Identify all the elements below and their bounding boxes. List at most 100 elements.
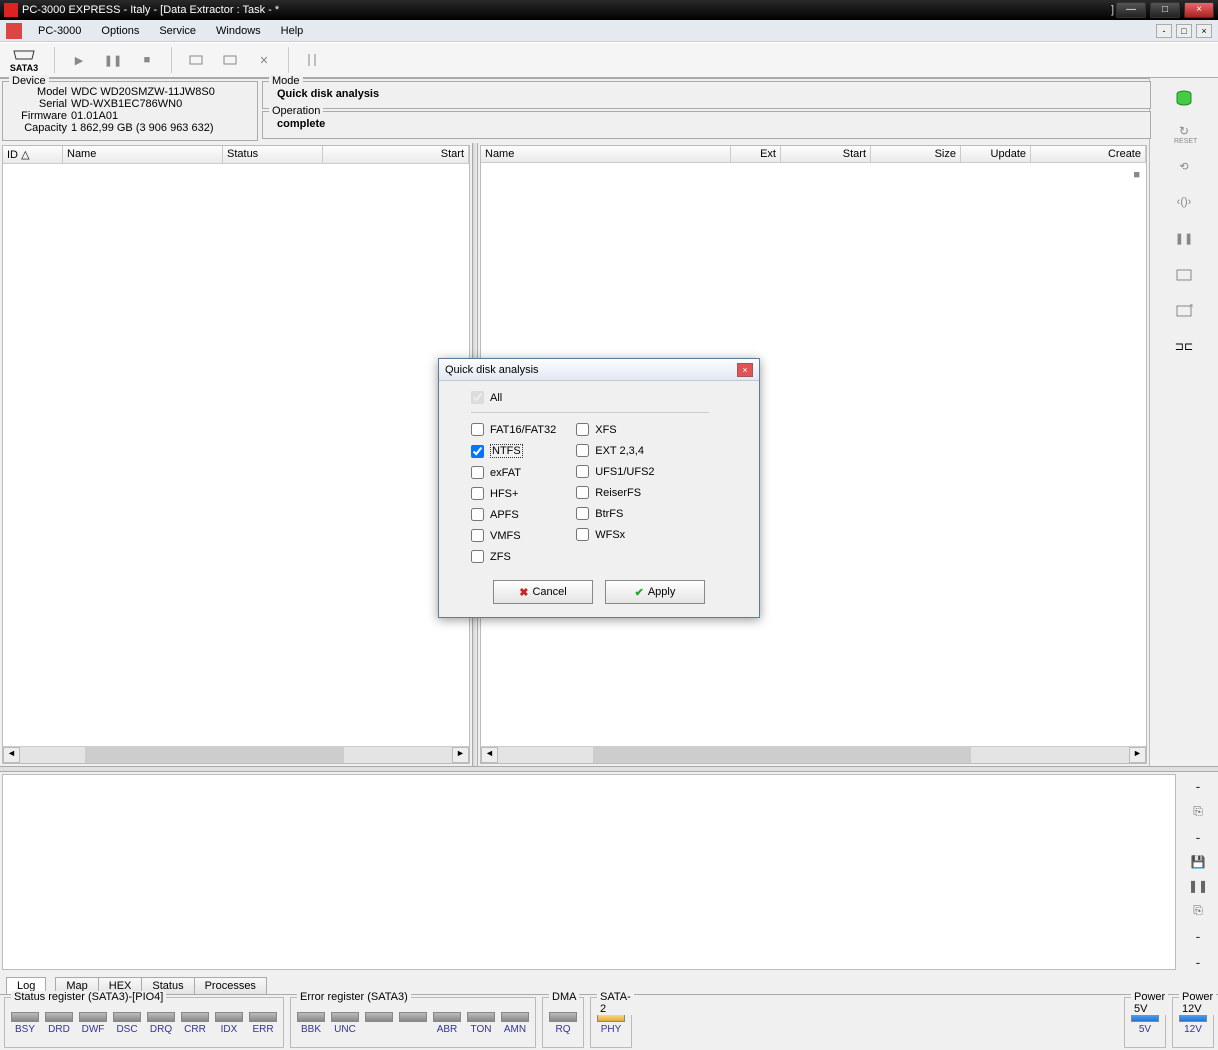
x-icon: ✖ xyxy=(519,586,528,599)
error-register-fieldset: Error register (SATA3) BBK UNC ABR TON A… xyxy=(290,997,536,1048)
checkbox-zfs[interactable] xyxy=(471,550,484,563)
led-crr: CRR xyxy=(184,1024,206,1035)
checkbox-reiserfs[interactable] xyxy=(576,486,589,499)
checkbox-wfsx[interactable] xyxy=(576,528,589,541)
led-drd: DRD xyxy=(48,1024,70,1035)
led-rq: RQ xyxy=(556,1024,571,1035)
menu-options[interactable]: Options xyxy=(93,23,147,39)
col-start[interactable]: Start xyxy=(323,146,469,163)
close-button[interactable]: × xyxy=(1184,2,1214,18)
disk-power-icon[interactable] xyxy=(1174,88,1194,108)
checkbox-exfat[interactable] xyxy=(471,466,484,479)
led-dsc: DSC xyxy=(116,1024,137,1035)
status-bar: Status register (SATA3)-[PIO4] BSY DRD D… xyxy=(0,994,1218,1050)
col-update[interactable]: Update xyxy=(961,146,1031,162)
reset-icon[interactable]: ↻RESET xyxy=(1174,124,1194,144)
menu-help[interactable]: Help xyxy=(273,23,312,39)
pause-button[interactable]: ❚❚ xyxy=(99,46,127,74)
tool-btn-2[interactable] xyxy=(216,46,244,74)
mdi-minimize-button[interactable]: - xyxy=(1156,24,1172,38)
checkbox-ufs[interactable] xyxy=(576,465,589,478)
left-table: ID △ Name Status Start ◄ ► xyxy=(2,145,470,764)
label-exfat: exFAT xyxy=(490,467,521,479)
led-12v: 12V xyxy=(1184,1024,1202,1035)
maximize-button[interactable]: □ xyxy=(1150,2,1180,18)
val-serial: WD-WXB1EC786WN0 xyxy=(71,98,182,110)
col-id[interactable]: ID △ xyxy=(3,146,63,163)
menu-windows[interactable]: Windows xyxy=(208,23,269,39)
scroll-left-icon[interactable]: ◄ xyxy=(3,747,20,763)
label-apfs: APFS xyxy=(490,509,519,521)
scroll-right-icon[interactable]: ► xyxy=(1129,747,1146,763)
dialog-titlebar[interactable]: Quick disk analysis × xyxy=(439,359,759,381)
val-capacity: 1 862,99 GB (3 906 963 632) xyxy=(71,122,214,134)
checkbox-btrfs[interactable] xyxy=(576,507,589,520)
apply-label: Apply xyxy=(648,586,676,598)
tab-processes[interactable]: Processes xyxy=(194,977,267,994)
stop-button[interactable]: ■ xyxy=(133,46,161,74)
tool-btn-3[interactable]: ✕ xyxy=(250,46,278,74)
col-name2[interactable]: Name xyxy=(481,146,731,162)
mdi-close-button[interactable]: × xyxy=(1196,24,1212,38)
power12v-fieldset: Power 12V 12V xyxy=(1172,997,1214,1048)
port-indicator[interactable]: SATA3 xyxy=(4,47,44,73)
apply-button[interactable]: ✔ Apply xyxy=(605,580,705,604)
log-icon-1[interactable]: ⎘ xyxy=(1193,804,1203,819)
dialog-separator xyxy=(471,412,709,413)
right-scrollbar[interactable]: ◄ ► xyxy=(481,746,1146,763)
right-table-header: Name Ext Start Size Update Create xyxy=(481,146,1146,163)
menu-app-icon xyxy=(6,23,22,39)
log-icon-pause[interactable]: ❚❚ xyxy=(1188,879,1208,893)
scroll-left-icon[interactable]: ◄ xyxy=(481,747,498,763)
app-icon xyxy=(4,3,18,17)
legend-device: Device xyxy=(9,75,49,87)
checkbox-xfs[interactable] xyxy=(576,423,589,436)
label-ext: EXT 2,3,4 xyxy=(595,445,644,457)
col-size[interactable]: Size xyxy=(871,146,961,162)
right-sidebar: ↻RESET ⟲ ‹()› ❚❚ × ⊐⊏ xyxy=(1150,78,1218,766)
col-ext[interactable]: Ext xyxy=(731,146,781,162)
legend-sata2: SATA-2 xyxy=(597,991,634,1015)
checkbox-ext[interactable] xyxy=(576,444,589,457)
sound-icon[interactable]: ‹()› xyxy=(1174,196,1194,216)
col-start2[interactable]: Start xyxy=(781,146,871,162)
checkbox-hfs[interactable] xyxy=(471,487,484,500)
window-titlebar: PC-3000 EXPRESS - Italy - [Data Extracto… xyxy=(0,0,1218,20)
led-amn: AMN xyxy=(504,1024,526,1035)
tool-btn-4[interactable] xyxy=(299,46,327,74)
col-name[interactable]: Name xyxy=(63,146,223,163)
separator xyxy=(288,47,289,73)
cancel-button[interactable]: ✖ Cancel xyxy=(493,580,593,604)
sidebar-icon-3[interactable]: ⟲ xyxy=(1174,160,1194,180)
stop-small-icon: ■ xyxy=(1133,169,1140,181)
val-operation: complete xyxy=(269,116,1144,132)
legend-p5: Power 5V xyxy=(1131,991,1168,1015)
sidebar-icon-6[interactable] xyxy=(1174,268,1194,288)
menu-service[interactable]: Service xyxy=(151,23,204,39)
checkbox-ntfs[interactable] xyxy=(471,445,484,458)
col-status[interactable]: Status xyxy=(223,146,323,163)
checkbox-apfs[interactable] xyxy=(471,508,484,521)
legend-operation: Operation xyxy=(269,105,323,117)
sidebar-icon-7[interactable]: × xyxy=(1174,304,1194,324)
checkbox-fat[interactable] xyxy=(471,423,484,436)
log-icon-2[interactable]: 💾 xyxy=(1191,855,1206,869)
label-vmfs: VMFS xyxy=(490,530,521,542)
checkbox-vmfs[interactable] xyxy=(471,529,484,542)
log-icon-3[interactable]: ⎘ xyxy=(1193,903,1203,918)
pause-icon[interactable]: ❚❚ xyxy=(1174,232,1194,252)
col-create[interactable]: Create xyxy=(1031,146,1146,162)
dialog-close-button[interactable]: × xyxy=(737,363,753,377)
menu-pc3000[interactable]: PC-3000 xyxy=(30,23,89,39)
val-firmware: 01.01A01 xyxy=(71,110,118,122)
left-scrollbar[interactable]: ◄ ► xyxy=(3,746,469,763)
play-button[interactable]: ▶ xyxy=(65,46,93,74)
tool-btn-1[interactable] xyxy=(182,46,210,74)
minimize-button[interactable]: — xyxy=(1116,2,1146,18)
checkbox-all[interactable] xyxy=(471,391,484,404)
mdi-restore-button[interactable]: □ xyxy=(1176,24,1192,38)
scroll-right-icon[interactable]: ► xyxy=(452,747,469,763)
log-side-icons: - ⎘ - 💾 ❚❚ ⎘ - - xyxy=(1178,772,1218,972)
lbl-firmware: Firmware xyxy=(9,110,67,122)
connector-icon[interactable]: ⊐⊏ xyxy=(1174,340,1194,360)
